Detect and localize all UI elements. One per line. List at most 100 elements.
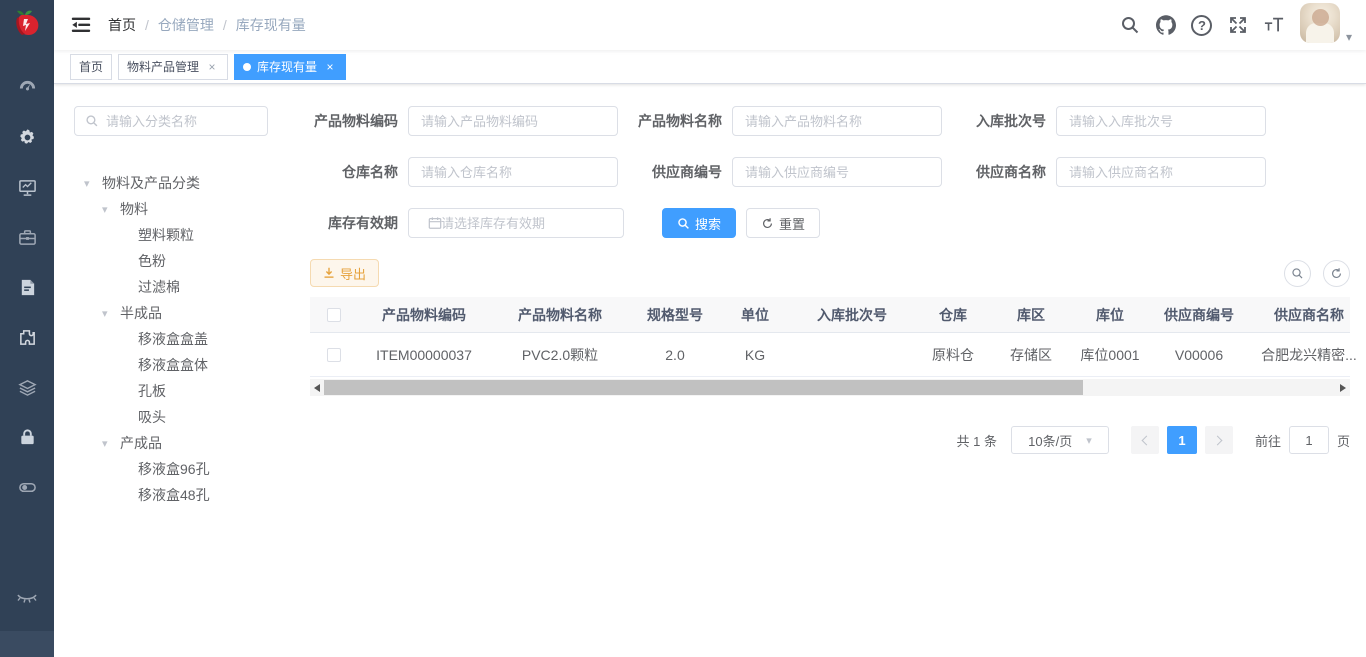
supplier-name-input[interactable] xyxy=(1056,157,1266,187)
sidebar-item-toolbox[interactable] xyxy=(0,212,54,262)
column-header[interactable]: 库位 xyxy=(1070,305,1150,325)
tree-node-box-body[interactable]: ▾移液盒盒体 xyxy=(74,352,270,378)
app-logo[interactable] xyxy=(0,0,54,50)
select-all-checkbox[interactable] xyxy=(327,308,341,322)
font-size-button[interactable] xyxy=(1256,0,1292,50)
filter-row-3: 库存有效期 搜索 重置 xyxy=(310,208,1350,238)
github-icon xyxy=(1156,15,1176,35)
column-header[interactable]: 库区 xyxy=(992,305,1070,325)
supplier-code-input[interactable] xyxy=(732,157,942,187)
sidebar xyxy=(0,0,54,657)
column-header[interactable]: 单位 xyxy=(720,305,790,325)
column-header[interactable]: 产品物料编码 xyxy=(358,305,490,325)
tree-node-label: 移液盒96孔 xyxy=(138,459,210,479)
fullscreen-button[interactable] xyxy=(1220,0,1256,50)
sidebar-item-dashboard[interactable] xyxy=(0,62,54,112)
tree-node-box-96[interactable]: ▾移液盒96孔 xyxy=(74,456,270,482)
column-header[interactable]: 入库批次号 xyxy=(790,305,914,325)
warehouse-name-input[interactable] xyxy=(408,157,618,187)
toggle-search-button[interactable] xyxy=(1284,260,1311,287)
tab-inventory-onhand[interactable]: 库存现有量 × xyxy=(234,54,346,80)
tree-node-filter-cotton[interactable]: ▾过滤棉 xyxy=(74,274,270,300)
next-page-button[interactable] xyxy=(1205,426,1233,454)
tab-label: 首页 xyxy=(79,58,103,75)
search-icon xyxy=(677,217,690,230)
caret-down-icon[interactable]: ▾ xyxy=(102,203,120,216)
top-navbar: 首页 / 仓储管理 / 库存现有量 ? xyxy=(54,0,1366,50)
header-search-button[interactable] xyxy=(1112,0,1148,50)
caret-down-icon[interactable]: ▾ xyxy=(84,177,102,190)
close-icon[interactable]: × xyxy=(205,60,219,74)
sidebar-item-switch[interactable] xyxy=(0,462,54,512)
page-size-select[interactable]: 10条/页 ▾ xyxy=(1011,426,1109,454)
eye-closed-icon[interactable] xyxy=(16,589,38,607)
sidebar-item-monitor[interactable] xyxy=(0,162,54,212)
tree-node-label: 物料 xyxy=(120,199,148,219)
column-header[interactable]: 供应商名称 xyxy=(1248,305,1366,325)
scrollbar-thumb[interactable] xyxy=(324,380,1083,395)
item-name-input[interactable] xyxy=(732,106,942,136)
batch-no-input[interactable] xyxy=(1056,106,1266,136)
export-button[interactable]: 导出 xyxy=(310,259,379,287)
reset-button[interactable]: 重置 xyxy=(746,208,820,238)
hamburger-icon[interactable] xyxy=(70,14,92,36)
column-header[interactable]: 供应商编号 xyxy=(1150,305,1248,325)
refresh-icon xyxy=(761,217,774,230)
caret-down-icon[interactable]: ▾ xyxy=(102,437,120,450)
tree-node-plastic-pellet[interactable]: ▾塑料颗粒 xyxy=(74,222,270,248)
row-checkbox[interactable] xyxy=(327,348,341,362)
column-header[interactable]: 仓库 xyxy=(914,305,992,325)
tree-node-well-plate[interactable]: ▾孔板 xyxy=(74,378,270,404)
breadcrumb-separator: / xyxy=(223,17,227,33)
main-column: 首页 / 仓储管理 / 库存现有量 ? xyxy=(54,0,1366,657)
layers-icon xyxy=(18,378,37,397)
tree-node-material[interactable]: ▾物料 xyxy=(74,196,270,222)
help-button[interactable]: ? xyxy=(1184,0,1220,50)
user-menu[interactable]: ▾ xyxy=(1300,3,1352,47)
table-row[interactable]: ITEM00000037 PVC2.0颗粒 2.0 KG 原料仓 存储区 库位0… xyxy=(310,333,1350,377)
tree-node-pipette-tip[interactable]: ▾吸头 xyxy=(74,404,270,430)
scroll-left-arrow-icon[interactable] xyxy=(310,379,324,396)
field-expiry-date: 库存有效期 xyxy=(310,208,624,238)
column-header[interactable]: 产品物料名称 xyxy=(490,305,630,325)
tree-node-pigment[interactable]: ▾色粉 xyxy=(74,248,270,274)
sidebar-item-layers[interactable] xyxy=(0,362,54,412)
tree-node-semi-finished[interactable]: ▾半成品 xyxy=(74,300,270,326)
tree-search-input[interactable] xyxy=(106,114,257,129)
item-code-input[interactable] xyxy=(408,106,618,136)
tab-material-product[interactable]: 物料产品管理 × xyxy=(118,54,228,80)
breadcrumb-warehouse: 仓储管理 xyxy=(158,15,214,35)
tab-label: 库存现有量 xyxy=(257,58,317,75)
sidebar-item-components[interactable] xyxy=(0,312,54,362)
github-link[interactable] xyxy=(1148,0,1184,50)
tab-home[interactable]: 首页 xyxy=(70,54,112,80)
refresh-table-button[interactable] xyxy=(1323,260,1350,287)
field-label: 仓库名称 xyxy=(310,162,408,182)
prev-page-button[interactable] xyxy=(1131,426,1159,454)
horizontal-scrollbar[interactable] xyxy=(310,379,1350,396)
sidebar-item-document[interactable] xyxy=(0,262,54,312)
tab-label: 物料产品管理 xyxy=(127,58,199,75)
close-icon[interactable]: × xyxy=(323,60,337,74)
avatar[interactable] xyxy=(1300,3,1340,43)
caret-down-icon[interactable]: ▾ xyxy=(102,307,120,320)
column-header[interactable]: 规格型号 xyxy=(630,305,720,325)
breadcrumb-home[interactable]: 首页 xyxy=(108,15,136,35)
tree-node-finished[interactable]: ▾产成品 xyxy=(74,430,270,456)
goto-page-input[interactable] xyxy=(1289,426,1329,454)
cell-warehouse: 原料仓 xyxy=(914,345,992,365)
page-number-1[interactable]: 1 xyxy=(1167,426,1197,454)
scroll-right-arrow-icon[interactable] xyxy=(1336,379,1350,396)
tree-node-box-lid[interactable]: ▾移液盒盒盖 xyxy=(74,326,270,352)
tree-node-root[interactable]: ▾物料及产品分类 xyxy=(74,170,270,196)
sidebar-item-permissions[interactable] xyxy=(0,412,54,462)
tree-node-box-48[interactable]: ▾移液盒48孔 xyxy=(74,482,270,508)
sidebar-item-settings[interactable] xyxy=(0,112,54,162)
page-content: ▾物料及产品分类 ▾物料 ▾塑料颗粒 ▾色粉 ▾过滤棉 ▾半成品 ▾移液盒盒盖 … xyxy=(54,84,1366,657)
search-icon xyxy=(85,114,99,128)
monitor-chart-icon xyxy=(18,178,37,197)
search-button[interactable]: 搜索 xyxy=(662,208,736,238)
cell-supplier-code: V00006 xyxy=(1150,347,1248,363)
field-batch-no: 入库批次号 xyxy=(958,106,1266,136)
pagination-total: 共 1 条 xyxy=(957,431,997,450)
